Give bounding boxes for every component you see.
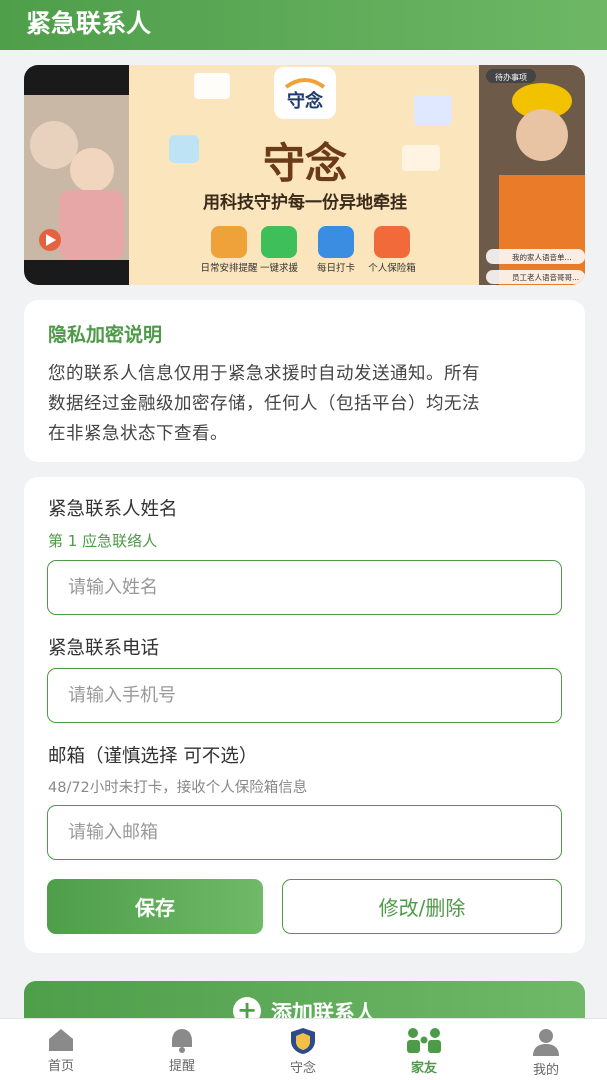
tab-shounian[interactable]: 守念 xyxy=(263,1019,343,1080)
one-tap-help-icon xyxy=(261,226,297,258)
email-label: 邮箱（谨慎选择 可不选） xyxy=(48,746,258,767)
email-input[interactable] xyxy=(47,805,562,860)
phone-label: 紧急联系电话 xyxy=(48,638,160,659)
bottom-tabbar: 首页 提醒 守念 家友 我的 xyxy=(0,1018,607,1080)
child-face xyxy=(70,148,114,192)
promo-banner[interactable]: 守念 守念 用科技守护每一份异地牵挂 日常安排提醒 一键求援 每日打卡 个人保险箱 待… xyxy=(24,65,585,285)
user-icon xyxy=(533,1029,559,1056)
shield-icon xyxy=(291,1028,315,1054)
contact-form: 紧急联系人姓名 第 1 应急联络人 紧急联系电话 邮箱（谨慎选择 可不选） 48… xyxy=(24,477,585,953)
page-header: 紧急联系人 xyxy=(0,0,607,50)
grandparent-face xyxy=(30,121,78,169)
home-icon xyxy=(49,1029,73,1051)
email-hint: 48/72小时未打卡，接收个人保险箱信息 xyxy=(48,780,308,796)
tab-label-reminder: 提醒 xyxy=(168,1059,195,1074)
feature-label: 日常安排提醒 xyxy=(200,262,258,274)
privacy-card: 隐私加密说明 您的联系人信息仅用于紧急求援时自动发送通知。所有 数据经过金融级加… xyxy=(24,300,585,462)
save-button[interactable]: 保存 xyxy=(47,879,263,934)
privacy-line-1: 您的联系人信息仅用于紧急求援时自动发送通知。所有 xyxy=(48,364,480,384)
calendar-icon xyxy=(194,73,230,99)
weather-icon xyxy=(169,135,199,163)
family-icon xyxy=(407,1028,441,1053)
phone-input[interactable] xyxy=(47,668,562,723)
tab-home[interactable]: 首页 xyxy=(21,1019,101,1080)
privacy-line-2: 数据经过金融级加密存储，任何人（包括平台）均无法 xyxy=(48,394,480,414)
name-sublabel: 第 1 应急联络人 xyxy=(48,532,158,550)
privacy-line-3: 在非紧急状态下查看。 xyxy=(48,424,228,444)
privacy-title: 隐私加密说明 xyxy=(48,324,163,346)
name-label: 紧急联系人姓名 xyxy=(48,499,178,520)
feature-label: 个人保险箱 xyxy=(368,262,416,274)
tab-label-family: 家友 xyxy=(410,1061,437,1076)
feature-label: 每日打卡 xyxy=(317,262,356,274)
tab-label-shounian: 守念 xyxy=(289,1061,316,1076)
chat-bubble-1: 我的家人语音单... xyxy=(512,252,572,262)
tab-family[interactable]: 家友 xyxy=(384,1019,464,1080)
schedule-reminder-icon xyxy=(211,226,247,258)
tab-label-home: 首页 xyxy=(47,1059,74,1074)
tab-reminder[interactable]: 提醒 xyxy=(142,1019,222,1080)
tab-mine[interactable]: 我的 xyxy=(506,1019,586,1080)
page-title: 紧急联系人 xyxy=(26,9,152,38)
name-input[interactable] xyxy=(47,560,562,615)
daily-checkin-icon xyxy=(318,226,354,258)
document-icon xyxy=(414,95,452,125)
edit-delete-button[interactable]: 修改/删除 xyxy=(282,879,562,934)
banner-slogan: 用科技守护每一份异地牵挂 xyxy=(203,192,407,213)
banner-right-tag: 待办事项 xyxy=(495,72,527,82)
chat-bubble-2: 员工老人语音哥哥... xyxy=(512,272,579,282)
app-icon-text: 守念 xyxy=(287,90,323,112)
tab-label-mine: 我的 xyxy=(532,1063,559,1078)
bell-icon xyxy=(172,1029,192,1053)
card-icon xyxy=(402,145,440,171)
feature-label: 一键求援 xyxy=(260,262,299,274)
safe-box-icon xyxy=(374,226,410,258)
banner-title: 守念 xyxy=(263,139,347,188)
